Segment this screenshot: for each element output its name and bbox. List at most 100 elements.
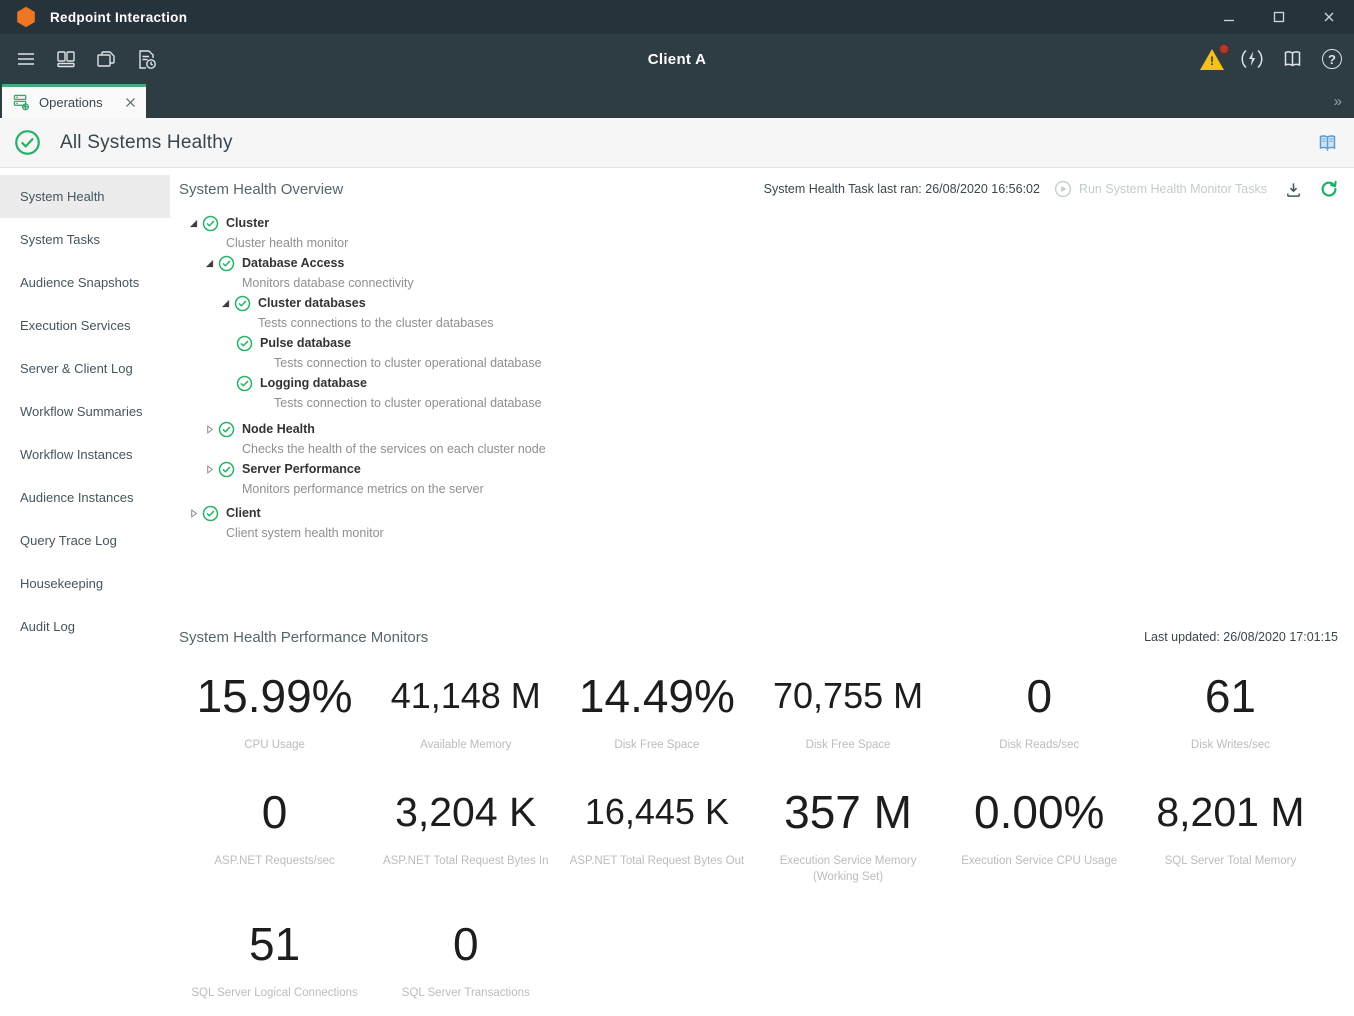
last-updated-text: Last updated: 26/08/2020 17:01:15	[1144, 630, 1338, 644]
overview-header: System Health Overview System Health Tas…	[179, 176, 1338, 202]
sidebar-item-execution-services[interactable]: Execution Services	[0, 304, 170, 347]
metric-disk-free-space: 70,755 MDisk Free Space	[753, 663, 944, 753]
help-button[interactable]: ?	[1312, 39, 1352, 79]
open-book-icon	[1316, 132, 1339, 154]
refresh-icon	[1320, 180, 1338, 198]
client-title: Client A	[0, 51, 1354, 68]
metric-aspnet-requests: 0ASP.NET Requests/sec	[179, 779, 370, 885]
tab-close-button[interactable]	[122, 95, 138, 111]
sidebar-item-audience-snapshots[interactable]: Audience Snapshots	[0, 261, 170, 304]
alerts-button[interactable]: !	[1192, 39, 1232, 79]
metric-disk-reads: 0Disk Reads/sec	[944, 663, 1135, 753]
expand-arrow-icon[interactable]	[188, 218, 198, 228]
book-icon	[1281, 48, 1304, 70]
toolbar-right-group: ! ?	[1192, 39, 1352, 79]
metric-cpu-usage: 15.99%CPU Usage	[179, 663, 370, 753]
maximize-icon	[1273, 11, 1285, 23]
sidebar: System Health System Tasks Audience Snap…	[0, 168, 170, 1016]
documents-icon	[96, 49, 116, 69]
collapse-arrow-icon[interactable]	[204, 464, 214, 474]
monitors-title: System Health Performance Monitors	[179, 629, 428, 646]
sidebar-item-audit-log[interactable]: Audit Log	[0, 605, 170, 648]
download-button[interactable]	[1285, 181, 1302, 198]
expand-arrow-icon[interactable]	[220, 298, 230, 308]
tree-item-description: Tests connection to cluster operational …	[179, 353, 1338, 373]
alert-badge	[1219, 44, 1229, 54]
tree-item-client[interactable]: Client	[179, 503, 1338, 523]
monitors-header: System Health Performance Monitors Last …	[179, 625, 1338, 649]
operations-tab-icon	[13, 94, 30, 111]
dashboard-layout-icon	[56, 49, 76, 69]
collapse-arrow-icon[interactable]	[204, 424, 214, 434]
sidebar-item-housekeeping[interactable]: Housekeeping	[0, 562, 170, 605]
sync-status-button[interactable]	[1232, 39, 1272, 79]
menu-icon	[16, 49, 36, 69]
tree-item-logging-database[interactable]: Logging database	[179, 373, 1338, 393]
healthy-check-icon	[236, 375, 253, 392]
metric-disk-free-space-pct: 14.49%Disk Free Space	[561, 663, 752, 753]
metric-execution-service-cpu: 0.00%Execution Service CPU Usage	[944, 779, 1135, 885]
close-icon	[125, 97, 136, 108]
toolbar-left-group	[6, 39, 166, 79]
tree-item-description: Monitors performance metrics on the serv…	[179, 479, 1338, 499]
healthy-check-icon	[218, 255, 235, 272]
sidebar-item-query-trace-log[interactable]: Query Trace Log	[0, 519, 170, 562]
tree-item-cluster-databases[interactable]: Cluster databases	[179, 293, 1338, 313]
tree-item-node-health[interactable]: Node Health	[179, 419, 1338, 439]
healthy-check-icon	[202, 505, 219, 522]
warning-icon: !	[1200, 49, 1224, 70]
overview-title: System Health Overview	[179, 181, 343, 198]
status-banner: All Systems Healthy	[0, 118, 1354, 168]
metric-sql-transactions: 0SQL Server Transactions	[370, 911, 561, 1001]
sidebar-item-workflow-instances[interactable]: Workflow Instances	[0, 433, 170, 476]
sidebar-item-audience-instances[interactable]: Audience Instances	[0, 476, 170, 519]
healthy-check-icon	[218, 421, 235, 438]
scheduled-document-button[interactable]	[126, 39, 166, 79]
sidebar-item-system-tasks[interactable]: System Tasks	[0, 218, 170, 261]
metric-execution-service-memory: 357 MExecution Service Memory (Working S…	[753, 779, 944, 885]
metric-sql-total-memory: 8,201 MSQL Server Total Memory	[1135, 779, 1326, 885]
tree-item-cluster[interactable]: Cluster	[179, 213, 1338, 233]
play-circle-icon	[1054, 180, 1072, 198]
app-window: Redpoint Interaction Client A	[0, 0, 1354, 1016]
tree-item-database-access[interactable]: Database Access	[179, 253, 1338, 273]
documents-button[interactable]	[86, 39, 126, 79]
sidebar-item-server-client-log[interactable]: Server & Client Log	[0, 347, 170, 390]
more-tabs-button[interactable]: »	[1334, 93, 1342, 110]
tree-item-description: Tests connections to the cluster databas…	[179, 313, 1338, 333]
title-bar: Redpoint Interaction	[0, 0, 1354, 34]
close-button[interactable]	[1304, 0, 1354, 34]
redpoint-logo-icon	[16, 5, 38, 29]
system-health-tree: Cluster Cluster health monitor Database …	[179, 213, 1338, 543]
scheduled-document-icon	[136, 49, 157, 70]
last-ran-text: System Health Task last ran: 26/08/2020 …	[764, 182, 1040, 196]
dashboard-layout-button[interactable]	[46, 39, 86, 79]
status-banner-text: All Systems Healthy	[60, 132, 233, 154]
minimize-button[interactable]	[1204, 0, 1254, 34]
metric-disk-writes: 61Disk Writes/sec	[1135, 663, 1326, 753]
documentation-button[interactable]	[1272, 39, 1312, 79]
menu-button[interactable]	[6, 39, 46, 79]
sidebar-item-system-health[interactable]: System Health	[0, 175, 170, 218]
close-icon	[1323, 11, 1335, 23]
window-controls	[1204, 0, 1354, 34]
download-icon	[1285, 181, 1302, 198]
tab-operations[interactable]: Operations	[2, 84, 146, 118]
refresh-button[interactable]	[1320, 180, 1338, 198]
maximize-button[interactable]	[1254, 0, 1304, 34]
tab-bar: Operations »	[0, 84, 1354, 118]
healthy-check-icon	[14, 129, 41, 156]
expand-arrow-icon[interactable]	[204, 258, 214, 268]
metric-aspnet-bytes-in: 3,204 KASP.NET Total Request Bytes In	[370, 779, 561, 885]
collapse-arrow-icon[interactable]	[188, 508, 198, 518]
open-documentation-button[interactable]	[1314, 130, 1340, 156]
tree-item-server-performance[interactable]: Server Performance	[179, 459, 1338, 479]
main-panel: System Health Overview System Health Tas…	[170, 168, 1354, 1016]
sidebar-item-workflow-summaries[interactable]: Workflow Summaries	[0, 390, 170, 433]
run-health-tasks-button[interactable]: Run System Health Monitor Tasks	[1054, 180, 1267, 198]
tree-item-description: Tests connection to cluster operational …	[179, 393, 1338, 413]
tree-item-pulse-database[interactable]: Pulse database	[179, 333, 1338, 353]
tree-item-description: Client system health monitor	[179, 523, 1338, 543]
tree-item-description: Cluster health monitor	[179, 233, 1338, 253]
metric-aspnet-bytes-out: 16,445 KASP.NET Total Request Bytes Out	[561, 779, 752, 885]
